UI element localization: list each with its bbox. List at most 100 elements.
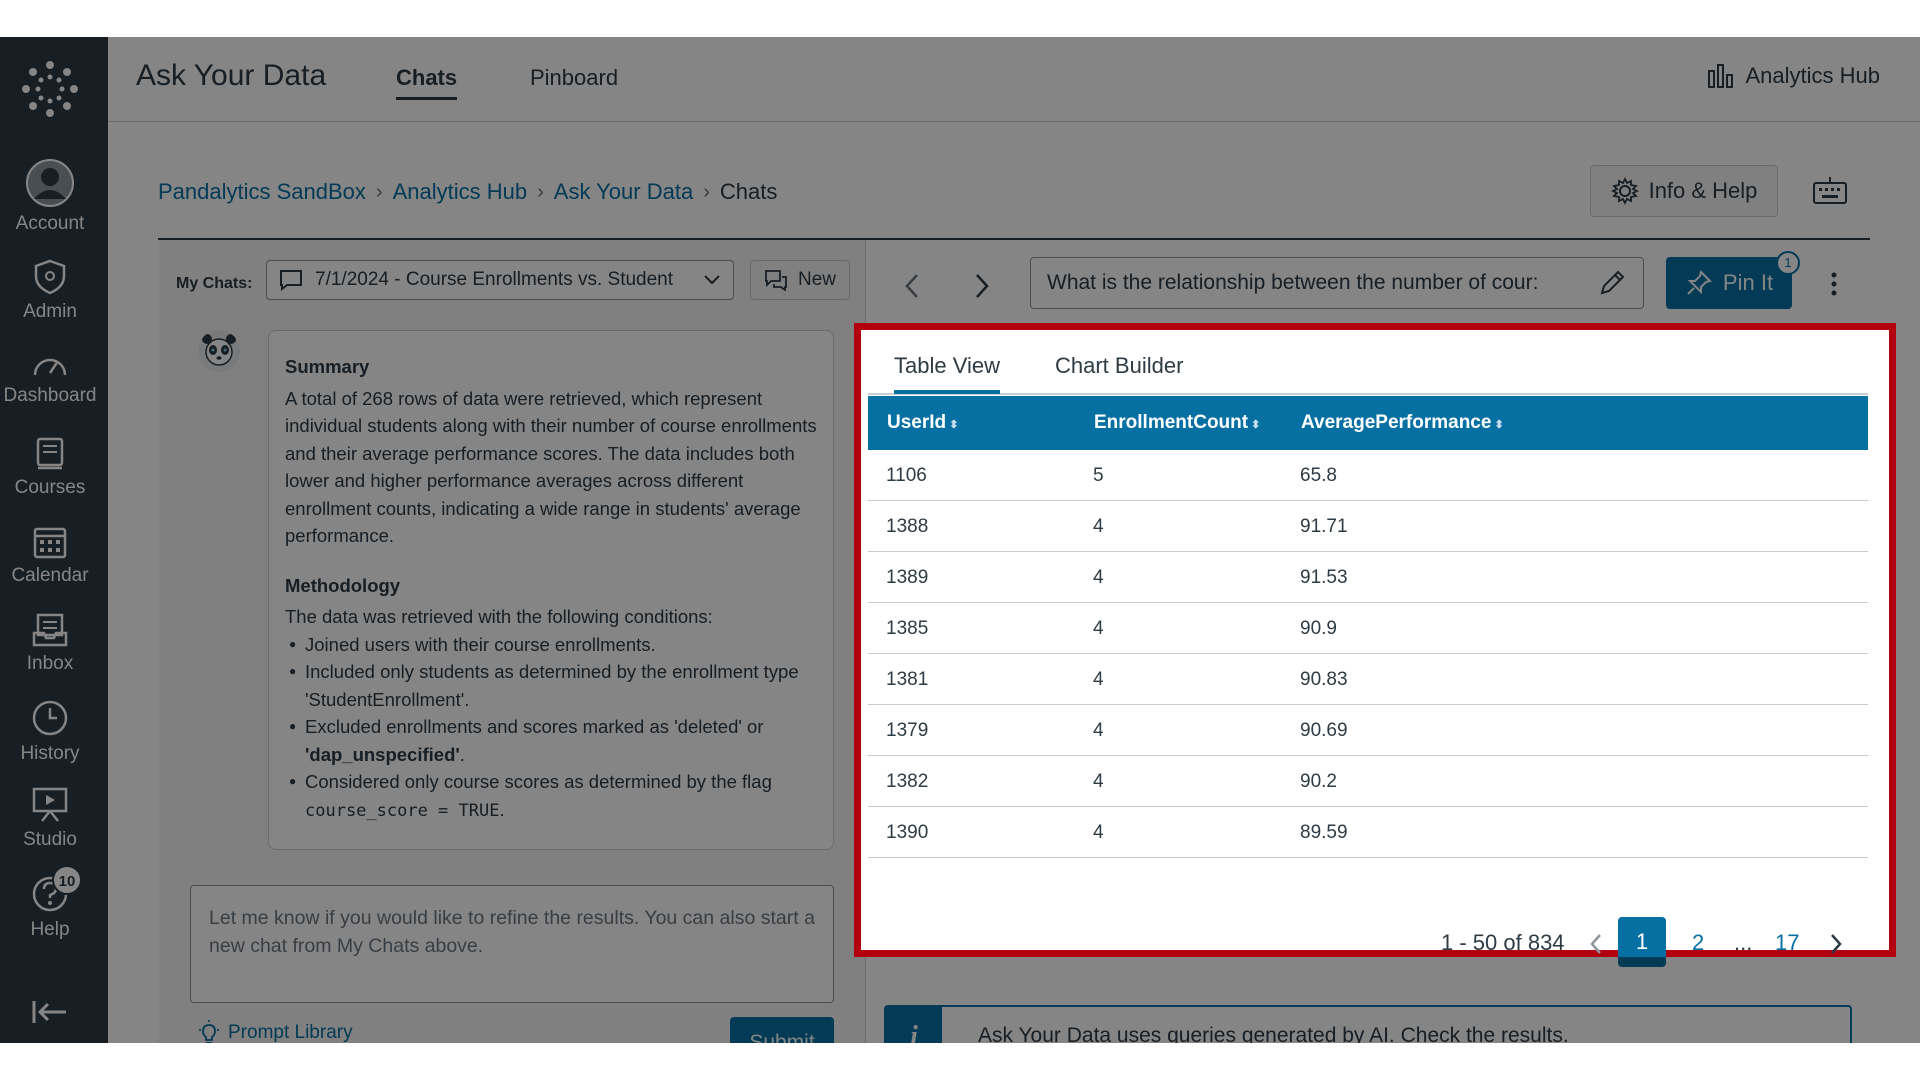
list-item: Considered only course scores as determi… xyxy=(285,768,817,825)
global-nav: Account Admin Dashboard Courses Calendar… xyxy=(0,37,108,1043)
selected-chat-label: 7/1/2024 - Course Enrollments vs. Studen… xyxy=(315,269,674,290)
table-row: 1379 4 90.69 xyxy=(868,705,1868,756)
analytics-hub-link[interactable]: Analytics Hub xyxy=(1707,63,1880,89)
account-icon xyxy=(26,159,74,207)
table-row: 1388 4 91.71 xyxy=(868,501,1868,552)
cell-enrollmentcount: 4 xyxy=(1093,516,1104,537)
nav-inbox[interactable]: Inbox xyxy=(0,613,100,675)
cell-enrollmentcount: 4 xyxy=(1093,669,1104,690)
new-chat-icon xyxy=(765,270,787,291)
column-header-averageperformance[interactable]: AveragePerformance xyxy=(1301,412,1504,434)
info-help-button[interactable]: Info & Help xyxy=(1590,165,1778,217)
next-page-icon[interactable] xyxy=(1828,932,1844,956)
list-item-text: Excluded enrollments and scores marked a… xyxy=(305,716,764,737)
table-row: 1385 4 90.9 xyxy=(868,603,1868,654)
breadcrumb-link[interactable]: Pandalytics SandBox xyxy=(158,179,366,205)
nav-label: Dashboard xyxy=(3,385,97,406)
nav-courses[interactable]: Courses xyxy=(0,437,100,499)
cell-userid: 1382 xyxy=(886,771,929,792)
nav-label: Account xyxy=(15,213,85,234)
chevron-down-icon xyxy=(704,275,720,285)
history-clock-icon xyxy=(32,700,68,736)
chat-select[interactable]: 7/1/2024 - Course Enrollments vs. Studen… xyxy=(266,260,734,300)
cell-averageperformance: 91.71 xyxy=(1300,516,1348,537)
nav-label: History xyxy=(20,743,80,764)
table-row: 1389 4 91.53 xyxy=(868,552,1868,603)
canvas-logo-icon[interactable] xyxy=(20,59,80,119)
table-row: 1382 4 90.2 xyxy=(868,756,1868,807)
keyboard-shortcuts-icon[interactable] xyxy=(1812,175,1848,205)
tab-chart-builder[interactable]: Chart Builder xyxy=(1055,353,1183,379)
nav-label: Admin xyxy=(23,301,77,322)
dashboard-icon xyxy=(33,358,67,376)
prompt-input[interactable]: Let me know if you would like to refine … xyxy=(190,885,834,1003)
cell-averageperformance: 90.9 xyxy=(1300,618,1337,639)
next-question-icon[interactable] xyxy=(972,271,992,301)
chevron-right-icon: › xyxy=(703,180,710,203)
info-icon: i xyxy=(886,1007,942,1043)
cell-enrollmentcount: 5 xyxy=(1093,465,1104,486)
cell-userid: 1388 xyxy=(886,516,929,537)
nav-dashboard[interactable]: Dashboard xyxy=(0,349,100,407)
nav-calendar[interactable]: Calendar xyxy=(0,525,100,587)
previous-page-icon[interactable] xyxy=(1588,932,1604,956)
app-frame: Account Admin Dashboard Courses Calendar… xyxy=(0,37,1920,1043)
cell-enrollmentcount: 4 xyxy=(1093,618,1104,639)
nav-label: Calendar xyxy=(11,565,89,586)
pencil-icon[interactable] xyxy=(1597,268,1627,298)
admin-shield-icon xyxy=(34,259,66,295)
cell-enrollmentcount: 4 xyxy=(1093,720,1104,741)
tab-table-view[interactable]: Table View xyxy=(894,353,1000,394)
pin-it-button[interactable]: Pin It xyxy=(1666,257,1792,309)
cell-userid: 1385 xyxy=(886,618,929,639)
page-2-button[interactable]: 2 xyxy=(1692,930,1704,956)
studio-icon xyxy=(32,787,68,822)
page-1-button[interactable]: 1 xyxy=(1618,917,1666,967)
analytics-hub-label: Analytics Hub xyxy=(1745,63,1880,88)
nav-admin[interactable]: Admin xyxy=(0,259,100,323)
help-badge: 10 xyxy=(52,865,82,895)
cell-averageperformance: 91.53 xyxy=(1300,567,1348,588)
chat-bubble-icon xyxy=(280,270,302,291)
cell-enrollmentcount: 4 xyxy=(1093,567,1104,588)
summary-text: A total of 268 rows of data were retriev… xyxy=(285,387,817,547)
more-options-icon[interactable] xyxy=(1824,269,1844,299)
list-item-text: . xyxy=(459,743,465,765)
gear-icon xyxy=(1610,177,1639,205)
page-last-button[interactable]: 17 xyxy=(1775,930,1799,956)
column-header-userid[interactable]: UserId xyxy=(887,412,958,434)
notice-text: Ask Your Data uses queries generated by … xyxy=(978,1024,1569,1043)
breadcrumb-link[interactable]: Analytics Hub xyxy=(393,179,528,205)
new-chat-button[interactable]: New xyxy=(750,260,850,300)
tab-chats[interactable]: Chats xyxy=(396,65,458,100)
tab-pinboard[interactable]: Pinboard xyxy=(530,65,618,91)
previous-question-icon[interactable] xyxy=(902,271,922,301)
list-item-text: Considered only course scores as determi… xyxy=(305,771,772,792)
table-header: UserId EnrollmentCount AveragePerformanc… xyxy=(868,396,1868,450)
cell-averageperformance: 90.83 xyxy=(1300,669,1348,690)
lightbulb-icon xyxy=(199,1020,219,1043)
courses-icon xyxy=(36,437,64,470)
collapse-nav-icon[interactable] xyxy=(30,997,70,1027)
nav-history[interactable]: History xyxy=(0,699,100,765)
nav-account[interactable]: Account xyxy=(0,159,100,235)
table-row: 1106 5 65.8 xyxy=(868,450,1868,501)
inbox-icon xyxy=(32,613,68,647)
nav-studio[interactable]: Studio xyxy=(0,787,100,851)
submit-button[interactable]: Submit xyxy=(730,1017,834,1043)
cell-enrollmentcount: 4 xyxy=(1093,822,1104,843)
results-tabs: Table View Chart Builder xyxy=(868,337,1868,395)
methodology-list: Joined users with their course enrollmen… xyxy=(285,631,817,826)
breadcrumb-link[interactable]: Ask Your Data xyxy=(554,179,693,205)
cell-userid: 1381 xyxy=(886,669,929,690)
column-header-enrollmentcount[interactable]: EnrollmentCount xyxy=(1094,412,1260,434)
list-item-bold: 'dap_unspecified' xyxy=(305,743,460,765)
list-item: Joined users with their course enrollmen… xyxy=(285,631,817,659)
nav-help[interactable]: 10 Help xyxy=(0,865,100,941)
pin-it-label: Pin It xyxy=(1722,270,1774,295)
prompt-library-link[interactable]: Prompt Library xyxy=(198,1020,353,1043)
question-field[interactable]: What is the relationship between the num… xyxy=(1030,257,1644,309)
methodology-heading: Methodology xyxy=(285,574,401,596)
info-help-label: Info & Help xyxy=(1648,178,1758,203)
bar-chart-icon xyxy=(1708,64,1734,88)
